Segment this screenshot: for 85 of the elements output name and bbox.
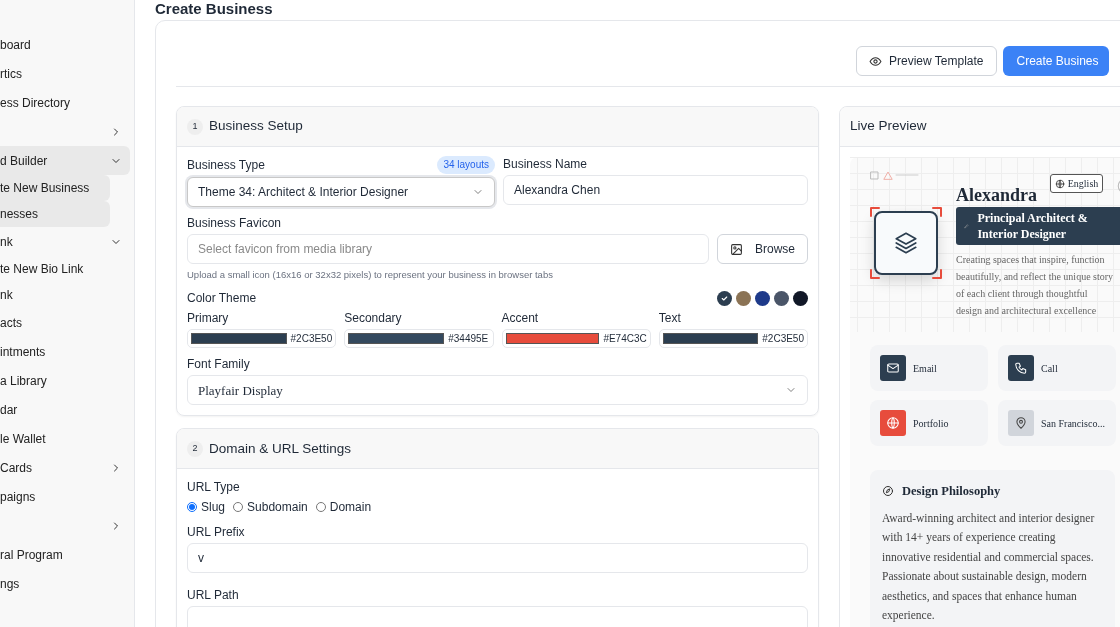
sidebar-item[interactable]: rtics (0, 59, 130, 88)
theme-select[interactable]: Theme 34: Architect & Interior Designer (187, 177, 495, 207)
create-button[interactable]: Create Busines (1002, 46, 1109, 76)
sidebar-item[interactable]: Cards (0, 453, 130, 482)
section-title: Domain & URL Settings (209, 439, 352, 458)
sidebar-item[interactable]: ngs (0, 569, 130, 598)
preview-button[interactable]: Preview Template (856, 46, 997, 76)
envelope-icon (886, 361, 900, 375)
field-label: Color Theme (187, 290, 257, 307)
color-swatch[interactable] (774, 290, 789, 306)
sidebar-item[interactable]: te New Business (0, 175, 110, 201)
contact-tile[interactable]: San Francisco... (998, 400, 1116, 446)
phone-icon (1014, 361, 1028, 375)
shapes-drawing (870, 169, 920, 183)
field-label: Business Favicon (187, 215, 283, 231)
sidebar-item[interactable]: nk (0, 282, 110, 308)
field-label: Business Name (503, 156, 589, 172)
field-label: Business Type (187, 157, 265, 173)
sidebar-item[interactable]: paigns (0, 482, 130, 511)
sidebar-item[interactable]: a Library (0, 366, 130, 395)
sidebar-item[interactable]: intments (0, 337, 130, 366)
map-pin-icon (1014, 416, 1028, 430)
color-swatch[interactable] (191, 333, 287, 345)
compass-icon (882, 485, 894, 498)
philosophy-title: Design Philosophy (902, 483, 1001, 500)
favicon-field[interactable]: Select favicon from media library (187, 234, 709, 264)
sidebar-item[interactable]: ral Program (0, 540, 130, 569)
browse-button[interactable]: Browse (717, 234, 808, 264)
sidebar-item[interactable]: nesses (0, 201, 110, 227)
step-number: 2 (187, 440, 203, 457)
radio-option[interactable]: Slug (187, 498, 226, 517)
color-field[interactable]: #2C3E50 (658, 329, 808, 349)
radio-option[interactable]: Subdomain (233, 498, 308, 517)
color-field[interactable]: #E74C3C (501, 329, 651, 349)
image-icon (730, 242, 743, 256)
field-label: URL Path (187, 587, 240, 604)
philosophy-text: Award-winning architect and interior designer with 14+ years of experience creating innovative residential and commercial spaces. Passionate about sustainable design, modern aesthetics, and spaces that enhance human experience. (882, 510, 1096, 624)
tagline: Creating spaces that inspire, function beautifully, and reflect the unique story of each client through thoughtful design and architectural excellence (956, 253, 1115, 318)
color-swatch[interactable] (736, 290, 751, 306)
field-label: URL Type (187, 479, 241, 496)
count-badge: 34 layouts (437, 156, 495, 174)
color-swatch[interactable] (793, 290, 808, 306)
field-label: Primary (187, 310, 230, 327)
eye-icon (869, 54, 882, 68)
field-label: Font Family (187, 356, 251, 373)
field-label: URL Prefix (187, 524, 246, 541)
name-field[interactable]: Alexandra Chen (503, 175, 808, 205)
field-label: Secondary (344, 310, 403, 327)
color-swatch[interactable] (717, 290, 732, 306)
contact-tile[interactable]: Email (870, 345, 988, 391)
language-button[interactable]: English (1049, 174, 1104, 193)
sidebar-item[interactable]: ess Directory (0, 88, 130, 117)
path-field[interactable] (187, 606, 808, 627)
layers-icon (893, 230, 919, 256)
sidebar-item[interactable]: le Wallet (0, 424, 130, 453)
color-swatch[interactable] (505, 333, 600, 345)
section-title: Live Preview (850, 117, 927, 136)
field-label: Accent (501, 310, 540, 327)
check-icon (720, 293, 729, 303)
pen-icon (964, 222, 970, 230)
globe-icon (1054, 178, 1065, 189)
sidebar-item[interactable]: dar (0, 395, 130, 424)
sidebar-item[interactable]: nk (0, 227, 130, 256)
sidebar-item[interactable]: acts (0, 308, 130, 337)
field-label: Text (658, 310, 682, 327)
globe-icon (886, 416, 900, 430)
sidebar-item[interactable]: d Builder (0, 146, 130, 175)
help-text: Upload a small icon (16x16 or 32x32 pixels) to represent your business in browser tabs (187, 268, 554, 282)
font-select[interactable]: Playfair Display (187, 375, 808, 406)
color-swatch[interactable] (662, 333, 759, 345)
prefix-field[interactable]: v (187, 543, 808, 574)
sidebar-item[interactable]: te New Bio Link (0, 256, 110, 282)
contact-tile[interactable]: Call (998, 345, 1116, 391)
color-swatch[interactable] (755, 290, 770, 306)
color-field[interactable]: #34495E (344, 329, 494, 349)
color-swatch[interactable] (348, 333, 445, 345)
profile-name: Alexandra (956, 185, 1037, 205)
page-title: Create Business (155, 0, 274, 17)
radio-option[interactable]: Domain (315, 498, 372, 517)
sidebar-item[interactable]: board (0, 30, 130, 59)
section-title: Business Setup (209, 117, 303, 136)
color-field[interactable]: #2C3E50 (187, 329, 337, 349)
contact-tile[interactable]: Portfolio (870, 400, 988, 446)
role-badge: Principal Architect & Interior Designer (956, 207, 1120, 245)
step-number: 1 (187, 118, 203, 135)
